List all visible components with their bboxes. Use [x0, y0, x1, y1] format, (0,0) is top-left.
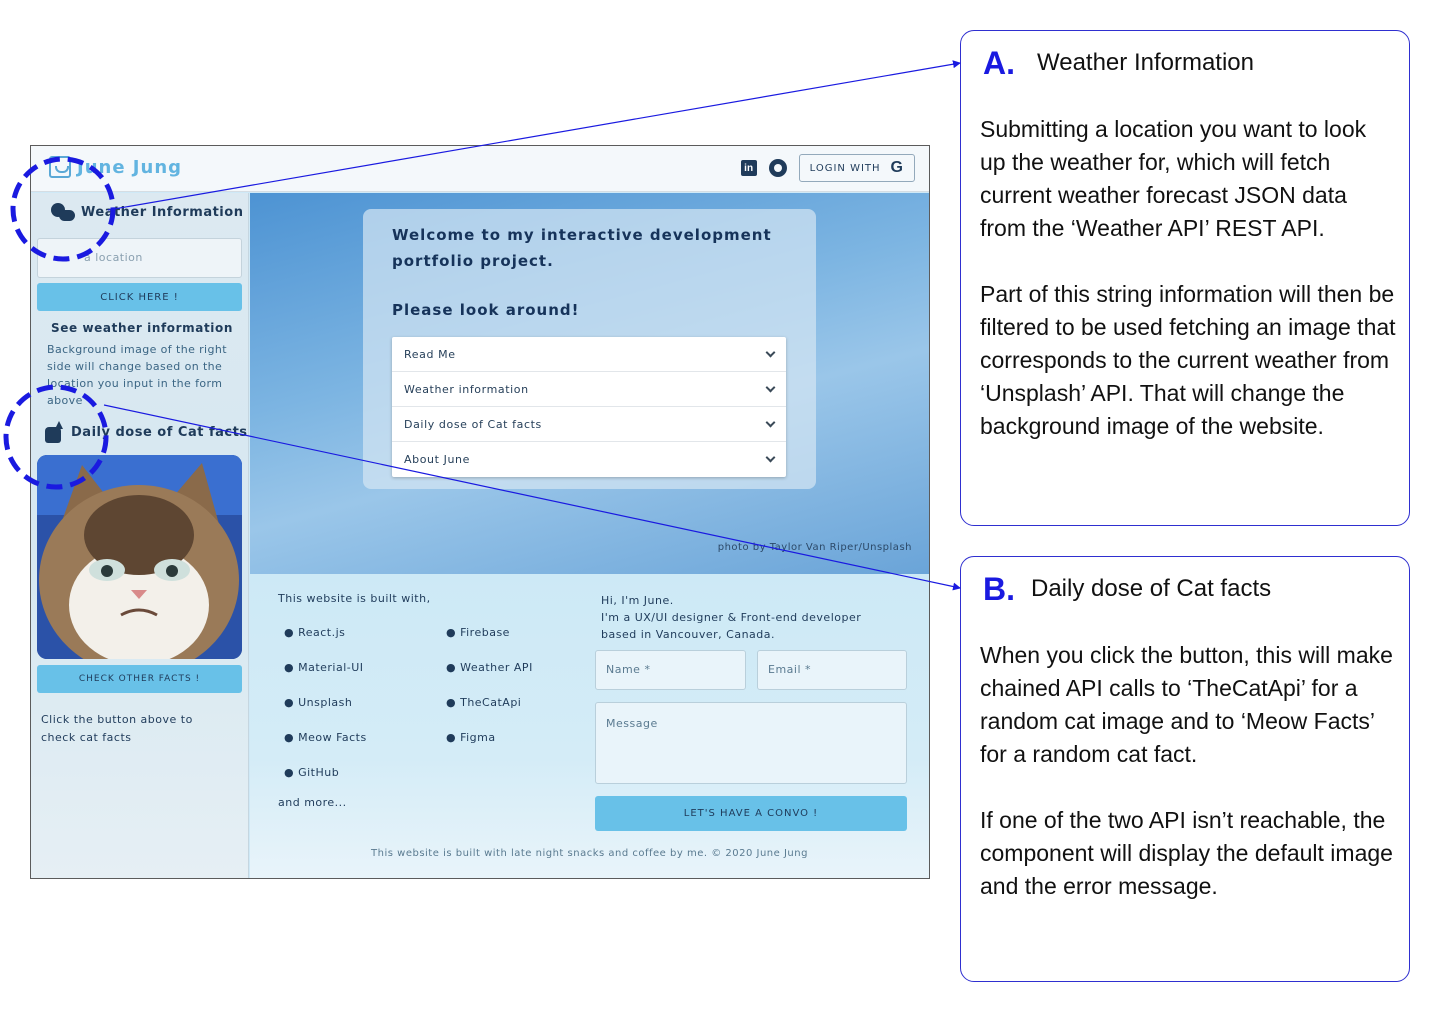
- tech-item: ● GitHub: [284, 766, 340, 779]
- site-logo[interactable]: June Jung: [49, 156, 182, 178]
- website-frame: June Jung in LOGIN WITH G Weather Inform…: [30, 145, 930, 879]
- annotation-panel-a: A. Weather Information Submitting a loca…: [960, 30, 1410, 526]
- accordion-item-cat-facts[interactable]: Daily dose of Cat facts: [392, 407, 786, 442]
- top-nav-bar: June Jung in LOGIN WITH G: [31, 146, 929, 192]
- weather-heading: Weather Information: [51, 203, 243, 221]
- accordion-label: Daily dose of Cat facts: [404, 417, 542, 431]
- and-more-text: and more...: [278, 796, 347, 809]
- welcome-text: Welcome to my interactive development po…: [392, 226, 772, 270]
- tech-item: ● Figma: [446, 731, 496, 744]
- location-input[interactable]: a location: [37, 238, 242, 278]
- chevron-down-icon: [765, 417, 776, 427]
- top-nav-actions: in LOGIN WITH G: [740, 154, 915, 182]
- accordion-item-about-june[interactable]: About June: [392, 442, 786, 477]
- cat-icon: [43, 421, 65, 443]
- about-text: Hi, I'm June. I'm a UX/UI designer & Fro…: [601, 592, 901, 643]
- github-icon[interactable]: [768, 159, 787, 177]
- tech-item: ● Weather API: [446, 661, 533, 674]
- cat-image: [37, 455, 242, 659]
- cat-fact-text: Click the button above to check cat fact…: [41, 713, 193, 744]
- built-with-heading: This website is built with,: [278, 592, 431, 605]
- accordion-item-read-me[interactable]: Read Me: [392, 337, 786, 372]
- accordion-label: About June: [404, 453, 470, 466]
- annotation-panel-b: B. Daily dose of Cat facts When you clic…: [960, 556, 1410, 982]
- tech-item: ● Firebase: [446, 626, 510, 639]
- annotation-paragraph: If one of the two API isn’t reachable, t…: [980, 807, 1393, 899]
- footer-text: This website is built with late night sn…: [371, 848, 808, 859]
- accordion-item-weather-information[interactable]: Weather information: [392, 372, 786, 407]
- see-weather-description: Background image of the right side will …: [47, 343, 227, 407]
- message-field[interactable]: Message: [595, 702, 907, 784]
- chevron-down-icon: [765, 452, 776, 463]
- google-icon: G: [890, 159, 904, 176]
- photo-credit[interactable]: photo by Taylor Van Riper/Unsplash: [718, 542, 912, 553]
- login-with-google-button[interactable]: LOGIN WITH G: [798, 154, 915, 182]
- weather-cloud-icon: [51, 203, 75, 221]
- about-line: I'm a UX/UI designer & Front-end develop…: [601, 611, 862, 624]
- annotation-paragraph: Part of this string information will the…: [980, 281, 1396, 439]
- annotation-paragraph: Submitting a location you want to look u…: [980, 116, 1367, 241]
- cat-facts-heading-text: Daily dose of Cat facts: [71, 424, 248, 440]
- look-around-text: Please look around!: [392, 301, 580, 319]
- tech-item: ● Meow Facts: [284, 731, 367, 744]
- tech-item: ● Unsplash: [284, 696, 353, 709]
- convo-submit-button[interactable]: LET'S HAVE A CONVO !: [595, 796, 907, 831]
- sidebar: Weather Information a location CLICK HER…: [31, 193, 249, 878]
- annotation-body: When you click the button, this will mak…: [980, 639, 1398, 903]
- cat-facts-heading: Daily dose of Cat facts: [43, 421, 248, 443]
- tech-item: ● Material-UI: [284, 661, 364, 674]
- annotation-title: Weather Information: [1037, 49, 1254, 76]
- logo-icon: [49, 156, 71, 178]
- accordion: Read Me Weather information Daily dose o…: [392, 337, 786, 477]
- welcome-card: Welcome to my interactive development po…: [363, 209, 816, 489]
- annotation-paragraph: When you click the button, this will mak…: [980, 642, 1393, 767]
- weather-heading-text: Weather Information: [81, 204, 244, 220]
- logo-text: June Jung: [77, 156, 183, 178]
- hero-section: Welcome to my interactive development po…: [250, 193, 929, 574]
- see-weather-heading: See weather information: [51, 321, 234, 335]
- annotation-body: Submitting a location you want to look u…: [980, 113, 1398, 443]
- annotation-title: Daily dose of Cat facts: [1031, 575, 1272, 602]
- lower-section: This website is built with, ● React.js ●…: [250, 574, 929, 878]
- linkedin-icon[interactable]: in: [740, 160, 757, 176]
- about-line: Hi, I'm June.: [601, 594, 674, 607]
- chevron-down-icon: [765, 382, 776, 392]
- tech-item: ● React.js: [284, 626, 346, 639]
- check-other-facts-button[interactable]: CHECK OTHER FACTS !: [37, 665, 242, 693]
- click-here-button[interactable]: CLICK HERE !: [37, 283, 242, 311]
- about-line: based in Vancouver, Canada.: [601, 628, 776, 641]
- accordion-label: Weather information: [404, 382, 529, 396]
- login-label: LOGIN WITH: [809, 162, 881, 174]
- cat-photo-illustration: [37, 455, 242, 659]
- email-field[interactable]: Email *: [757, 650, 907, 690]
- accordion-label: Read Me: [404, 347, 456, 361]
- chevron-down-icon: [765, 347, 776, 357]
- name-field[interactable]: Name *: [595, 650, 746, 690]
- stage: June Jung in LOGIN WITH G Weather Inform…: [0, 0, 1440, 1012]
- tech-item: ● TheCatApi: [446, 696, 522, 709]
- annotation-letter: B.: [983, 571, 1015, 607]
- annotation-letter: A.: [983, 45, 1015, 81]
